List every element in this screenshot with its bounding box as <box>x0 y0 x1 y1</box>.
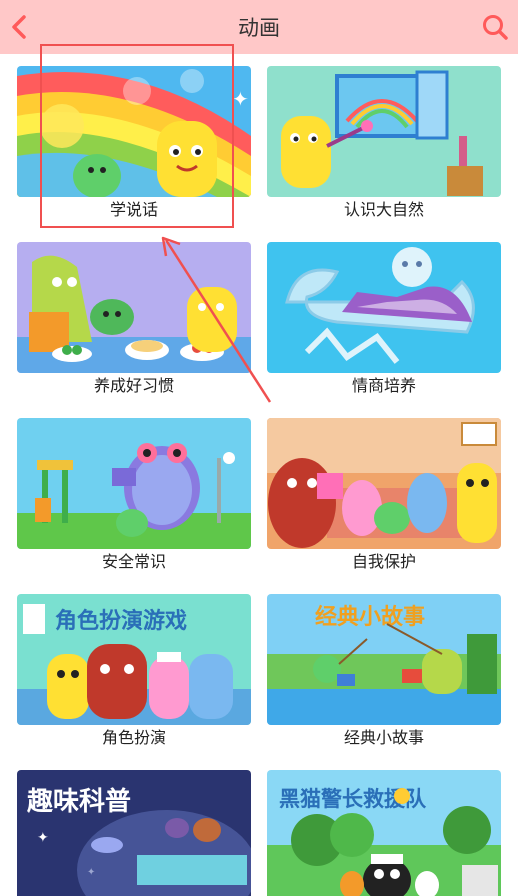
card-label: 安全常识 <box>101 552 166 571</box>
card-good-habits[interactable]: 养成好习惯 <box>17 230 251 395</box>
card-black-cat-rescue[interactable]: 黑猫警长救援队 <box>267 758 501 896</box>
card-self-protection[interactable]: 自我保护 <box>267 406 501 571</box>
card-safety-knowledge[interactable]: 安全常识 <box>17 406 251 571</box>
card-thumbnail: 角色扮演游戏 <box>17 594 251 725</box>
card-thumbnail <box>267 66 501 197</box>
card-role-play[interactable]: 角色扮演游戏 角色扮演 <box>17 582 251 747</box>
svg-text:✦: ✦ <box>37 830 49 846</box>
search-icon <box>483 15 508 40</box>
card-know-nature[interactable]: 认识大自然 <box>267 54 501 219</box>
card-label: 情商培养 <box>351 376 416 395</box>
card-thumbnail <box>17 418 251 549</box>
top-app-bar: 动画 <box>0 0 518 54</box>
card-classic-stories[interactable]: 经典小故事 经典小故事 <box>267 582 501 747</box>
card-thumbnail: ✦ <box>17 66 251 197</box>
card-banner-text: 经典小故事 <box>315 604 425 630</box>
card-fun-science[interactable]: 趣味科普 ✦ ✦ <box>17 758 251 896</box>
page-title: 动画 <box>238 16 280 40</box>
card-label: 养成好习惯 <box>93 376 174 395</box>
card-label: 自我保护 <box>351 552 416 571</box>
card-label: 经典小故事 <box>343 728 424 747</box>
card-thumbnail: 趣味科普 ✦ ✦ <box>17 770 251 896</box>
card-thumbnail <box>267 418 501 549</box>
card-label: 学说话 <box>109 200 158 219</box>
card-label: 角色扮演 <box>101 728 166 747</box>
search-button[interactable] <box>480 12 510 42</box>
card-learn-to-speak[interactable]: ✦ 学说话 <box>17 54 251 219</box>
card-thumbnail: 黑猫警长救援队 <box>267 770 501 896</box>
card-thumbnail: 经典小故事 <box>267 594 501 725</box>
card-eq-training[interactable]: 情商培养 <box>267 230 501 395</box>
svg-text:✦: ✦ <box>232 87 249 111</box>
card-banner-text: 角色扮演游戏 <box>55 608 187 634</box>
card-label: 认识大自然 <box>343 200 424 219</box>
chevron-left-icon <box>12 15 26 39</box>
back-button[interactable] <box>6 12 36 42</box>
card-thumbnail <box>267 242 501 373</box>
card-thumbnail <box>17 242 251 373</box>
card-banner-text: 趣味科普 <box>26 786 131 817</box>
